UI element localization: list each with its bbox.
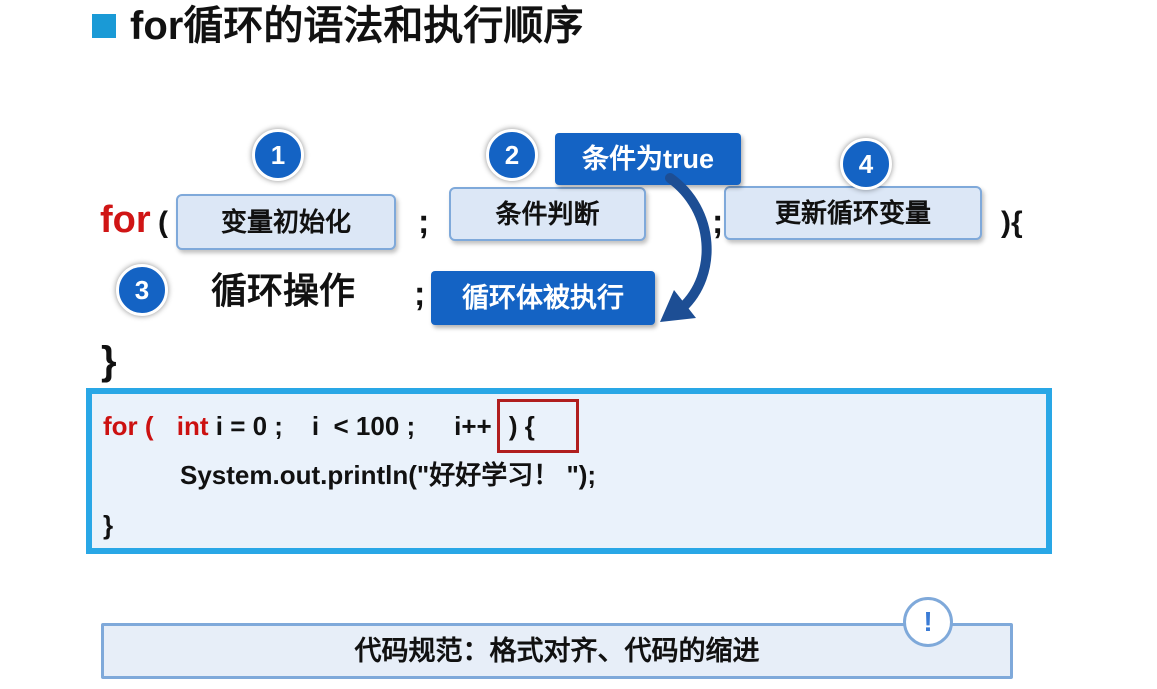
alert-icon: ! — [903, 597, 953, 647]
code-increment: i++ — [454, 411, 492, 441]
semicolon-3: ; — [414, 275, 426, 313]
loop-body-text: 循环操作 — [211, 270, 356, 311]
page-title: for循环的语法和执行顺序 — [130, 4, 584, 48]
step-4-badge: 4 — [840, 138, 892, 190]
tag-body-executed: 循环体被执行 — [431, 271, 655, 325]
for-keyword: for — [100, 199, 151, 241]
code-line-1: for ( int i = 0 ; i < 100 ; i++ ) { — [103, 409, 535, 443]
step-3-badge: 3 — [116, 264, 168, 316]
close-paren-brace: ){ — [1001, 206, 1023, 239]
semicolon-1: ; — [418, 203, 430, 241]
code-int-keyword: int — [176, 411, 209, 441]
code-line-1-middle: i = 0 ; i < 100 ; — [208, 411, 445, 441]
step-1-badge: 1 — [252, 129, 304, 181]
code-line-2: System.out.println("好好学习！ "); — [180, 460, 597, 490]
style-note-box: 代码规范：格式对齐、代码的缩进 — [101, 623, 1013, 679]
code-line-3: } — [103, 510, 114, 540]
condition-box: 条件判断 — [449, 187, 646, 241]
step-2-badge: 2 — [486, 129, 538, 181]
increment-highlight — [497, 399, 579, 453]
open-paren: ( — [158, 206, 168, 239]
update-box: 更新循环变量 — [724, 186, 982, 240]
title-bullet — [92, 14, 116, 38]
closing-brace: } — [101, 339, 117, 383]
init-box: 变量初始化 — [176, 194, 396, 250]
code-for-keyword: for ( — [103, 411, 161, 441]
